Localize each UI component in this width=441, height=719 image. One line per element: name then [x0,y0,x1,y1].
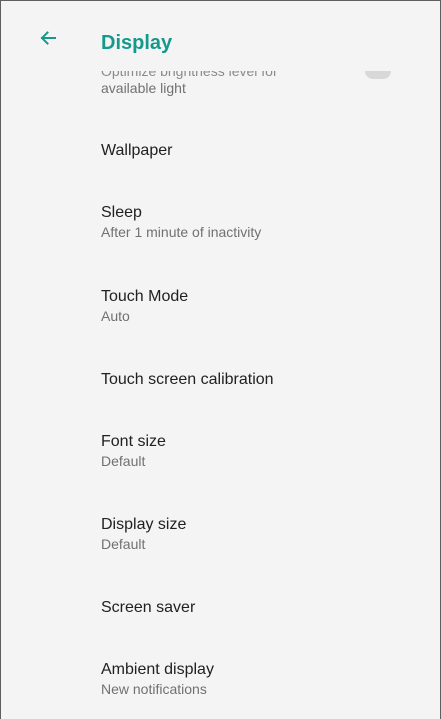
display-size-item[interactable]: Display size Default [101,515,401,553]
list-item-title: Touch Mode [101,288,189,305]
ambient-display-item[interactable]: Ambient display New notifications [101,660,401,698]
list-item-summary: Default [101,536,146,552]
list-item-summary: After 1 minute of inactivity [101,224,262,240]
settings-screen: Display Optimize brightness level for av… [0,0,441,719]
arrow-left-icon [38,28,58,53]
touch-screen-calibration-item[interactable]: Touch screen calibration [101,370,401,390]
screen-saver-item[interactable]: Screen saver [101,598,401,618]
sleep-item[interactable]: Sleep After 1 minute of inactivity [101,203,401,241]
list-item-summary: New notifications [101,681,207,697]
list-item-summary: Auto [101,308,130,324]
wallpaper-item[interactable]: Wallpaper [101,141,401,161]
list-item-title: Display size [101,516,187,533]
list-item-title: Font size [101,433,166,450]
adaptive-brightness-summary: available light [101,80,186,96]
settings-list[interactable]: Optimize brightness level for available … [1,1,440,719]
page-title: Display [101,32,173,54]
list-item-title: Touch screen calibration [101,371,274,388]
font-size-item[interactable]: Font size Default [101,432,401,470]
list-item-title: Screen saver [101,599,196,616]
list-item-title: Ambient display [101,661,214,678]
app-bar: Display [1,1,440,71]
touch-mode-item[interactable]: Touch Mode Auto [101,287,401,325]
back-button[interactable] [34,26,62,54]
list-item-summary: Default [101,453,146,469]
list-item-title: Wallpaper [101,142,173,159]
list-item-title: Sleep [101,204,142,221]
